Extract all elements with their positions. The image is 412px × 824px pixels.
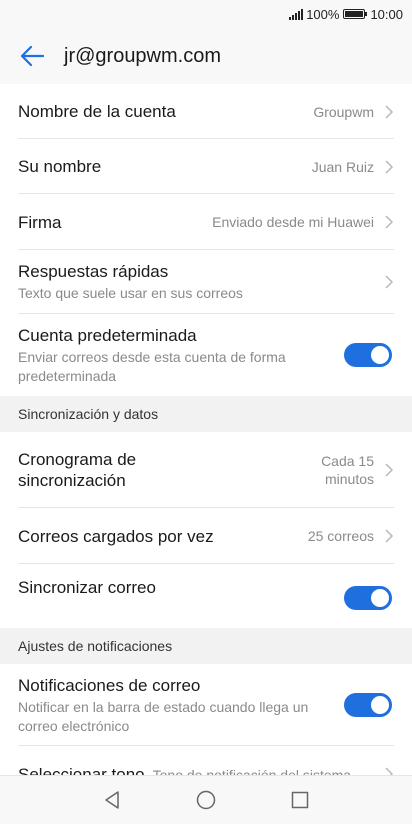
circle-home-icon [196, 790, 216, 810]
sync-mail-toggle[interactable] [344, 586, 392, 610]
quick-replies-row[interactable]: Respuestas rápidas Texto que suele usar … [0, 250, 412, 314]
row-title: Cronograma de sincronización [18, 450, 137, 490]
home-nav-button[interactable] [194, 788, 218, 812]
chevron-right-icon [385, 767, 394, 775]
default-account-row[interactable]: Cuenta predeterminada Enviar correos des… [0, 314, 412, 396]
mail-notifications-toggle[interactable] [344, 693, 392, 717]
row-title: Notificaciones de correo [18, 675, 201, 695]
emails-loaded-row[interactable]: Correos cargados por vez 25 correos [0, 508, 412, 564]
row-title: Sincronizar correo [18, 578, 156, 597]
row-title: Firma [18, 212, 62, 232]
status-bar: 100% 10:00 [0, 0, 412, 28]
arrow-left-icon [20, 45, 44, 67]
row-subtitle: Notificar en la barra de estado cuando l… [18, 698, 309, 734]
row-title: Seleccionar tono [18, 765, 145, 775]
mail-notifications-row[interactable]: Notificaciones de correo Notificar en la… [0, 664, 412, 746]
chevron-right-icon [385, 529, 394, 543]
back-nav-button[interactable] [100, 788, 124, 812]
row-title: Cuenta predeterminada [18, 325, 197, 345]
row-title: Respuestas rápidas [18, 262, 169, 281]
row-value: Enviado desde mi Huawei [212, 214, 374, 230]
chevron-right-icon [385, 104, 394, 119]
sync-schedule-row[interactable]: Cronograma de sincronización Cada 15 min… [0, 432, 412, 508]
signature-row[interactable]: Firma Enviado desde mi Huawei [0, 194, 412, 250]
section-header-notifications: Ajustes de notificaciones [0, 628, 412, 664]
row-subtitle: Texto que suele usar en sus correos [18, 285, 243, 301]
back-button[interactable] [0, 28, 64, 84]
battery-icon [343, 9, 368, 19]
select-tone-row[interactable]: Seleccionar tono Tono de notificación de… [0, 746, 412, 775]
triangle-back-icon [105, 791, 119, 809]
row-value: Juan Ruiz [311, 158, 374, 175]
sync-mail-row[interactable]: Sincronizar correo [0, 564, 412, 628]
navigation-bar [0, 775, 412, 824]
page-title: jr@groupwm.com [64, 44, 222, 67]
chevron-right-icon [385, 463, 394, 477]
square-recents-icon [291, 791, 309, 809]
row-title: Correos cargados por vez [18, 526, 214, 546]
clock: 10:00 [370, 6, 403, 22]
chevron-right-icon [385, 275, 394, 289]
row-title: Nombre de la cuenta [18, 102, 176, 121]
row-title: Su nombre [18, 157, 102, 176]
row-subtitle: Enviar correos desde esta cuenta de form… [18, 348, 286, 384]
your-name-row[interactable]: Su nombre Juan Ruiz [0, 139, 412, 194]
chevron-right-icon [385, 159, 394, 174]
section-header-sync: Sincronización y datos [0, 396, 412, 432]
default-account-toggle[interactable] [344, 343, 392, 367]
app-bar: jr@groupwm.com [0, 28, 412, 84]
account-name-row[interactable]: Nombre de la cuenta Groupwm [0, 84, 412, 139]
row-value: 25 correos [307, 528, 374, 544]
row-value: Cada 15 minutos [321, 453, 374, 487]
settings-list[interactable]: Nombre de la cuenta Groupwm Su nombre Ju… [0, 84, 412, 775]
recents-nav-button[interactable] [288, 788, 312, 812]
battery-percent: 100% [306, 6, 340, 22]
signal-icon [289, 8, 304, 20]
row-value: Groupwm [313, 103, 374, 120]
row-value: Tono de notificación del sistema [152, 767, 352, 775]
chevron-right-icon [385, 215, 394, 229]
